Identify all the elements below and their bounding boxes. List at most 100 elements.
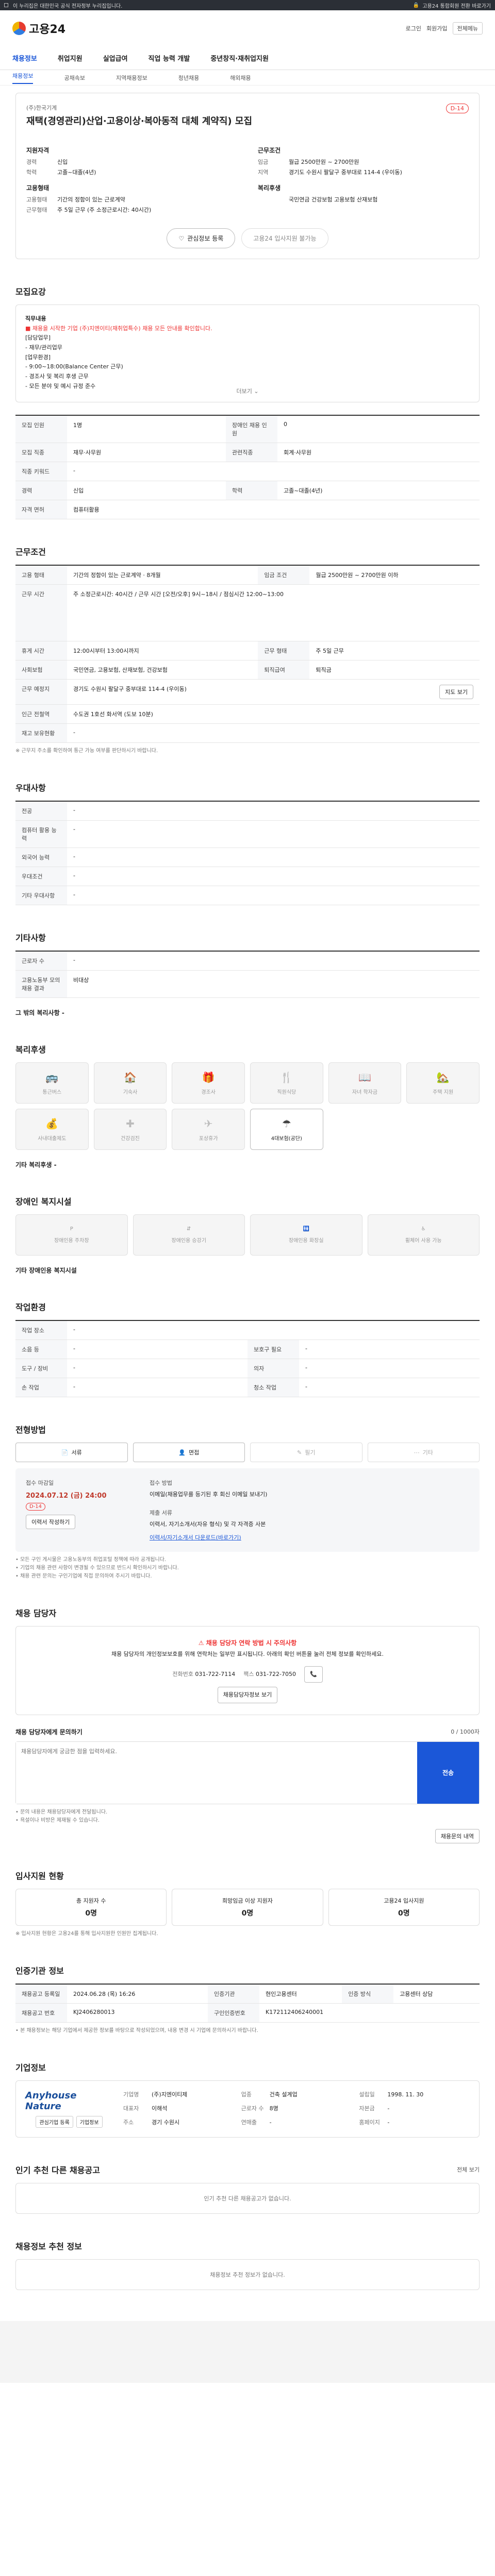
stat-card: 희망임금 이상 지원자 0명 (172, 1888, 323, 1926)
company-box: Anyhouse Nature 관심기업 등록 기업정보 기업명 (주)지엔이티제… (15, 2080, 480, 2138)
section-title: 채용정보 추천 정보 (15, 2241, 82, 2251)
money-icon: 💰 (45, 1117, 59, 1130)
toilet-icon: 🚻 (303, 1226, 309, 1232)
summary-section-label: 복리후생 (258, 184, 281, 192)
parking-icon: P (70, 1226, 73, 1232)
job-summary-card: (주)한국기계 재택(경영관리)산업·고용이상·복아동적 대체 계약직) 모집 … (15, 93, 480, 259)
method-item: ✎ 필기 (250, 1443, 362, 1462)
welfare-item: ✚ 건강검진 (93, 1109, 167, 1150)
apply-button[interactable]: 고용24 입사지원 불가능 (241, 228, 328, 248)
more-icon: ⋯ (414, 1449, 420, 1456)
gnb-item-midlife[interactable]: 중년창직·재취업지원 (210, 53, 269, 63)
inquiry-history-button[interactable]: 채용문의 내역 (435, 1828, 480, 1843)
house-icon: 🏡 (436, 1071, 450, 1083)
all-menu-button[interactable]: 전체메뉴 (452, 22, 483, 35)
company-fav-button[interactable]: 관심기업 등록 (36, 2115, 73, 2128)
site-logo[interactable]: 고용24 (12, 20, 65, 37)
book-icon: 📖 (358, 1071, 371, 1083)
company-logo: Anyhouse Nature (25, 2090, 77, 2112)
sub-nav: 채용정보 공채속보 지역채용정보 청년채용 해외채용 (0, 70, 495, 86)
section-title: 입사지원 현황 (15, 1871, 64, 1881)
gov-flag-icon (4, 3, 8, 7)
welfare-extra: 기타 복리후생 - (15, 1161, 57, 1168)
company-info-button[interactable]: 기업정보 (76, 2115, 103, 2128)
info-note: • 본 채용정보는 해당 기업에서 제공한 정보를 바탕으로 작성되었으며, 내… (15, 2027, 258, 2033)
similar-empty: 인기 추천 다른 채용공고가 없습니다. (15, 2182, 480, 2214)
welfare-item: 🏠 기숙사 (93, 1062, 167, 1104)
section-title: 모집요강 (15, 287, 46, 297)
pen-icon: ✎ (297, 1449, 302, 1456)
method-item: ⋯ 기타 (367, 1443, 480, 1462)
logo-mark-icon (12, 22, 26, 35)
gnb-item-training[interactable]: 직업 능력 개발 (148, 53, 190, 63)
more-toggle[interactable]: 더보기 ⌄ (236, 387, 258, 397)
call-button[interactable]: 📞 (304, 1666, 323, 1683)
meal-icon: 🍴 (280, 1071, 293, 1083)
method-item: 👤 면접 (133, 1443, 245, 1462)
favorite-button[interactable]: ♡ 관심정보 등록 (167, 228, 236, 248)
reveal-contact-button[interactable]: 채용담당자정보 보기 (217, 1687, 278, 1703)
stat-card: 고용24 입사지원 0명 (328, 1888, 480, 1926)
summary-section-label: 근무조건 (258, 147, 281, 154)
section-title: 전형방법 (15, 1425, 46, 1435)
env-table: 작업 장소 - 소음 등 - 보호구 필요 - 도구 / 장비 - 의자 - 손 작업 - 청소 … (15, 1320, 480, 1397)
inquiry-count: 0 / 1000자 (451, 1728, 480, 1736)
welfare-item: ✈ 포상휴가 (172, 1109, 245, 1150)
company-section: 기업정보 Anyhouse Nature 관심기업 등록 기업정보 기업명 (주)… (15, 2061, 480, 2138)
heart-icon: ♡ (178, 234, 185, 242)
health-icon: ✚ (126, 1117, 135, 1130)
inquiry-textarea[interactable] (16, 1741, 417, 1804)
topbar-link[interactable]: 고용24 통합회원 전환 바로가기 (422, 2, 491, 9)
login-link[interactable]: 로그인 (406, 24, 421, 32)
gnb-item-job[interactable]: 채용정보 (12, 53, 37, 63)
screening-section: 전형방법 📄 서류 👤 면접 ✎ 필기 ⋯ 기타 접수 마감일 2024.07.12 (… (15, 1423, 480, 1581)
contact-warning-box: ⚠ 채용 담당자 연락 방법 시 주의사항 채용 담당자의 개인정보보호를 위해… (15, 1626, 480, 1715)
subnav-item[interactable]: 청년채용 (178, 74, 199, 82)
welfare-item: 🚌 통근버스 (15, 1062, 89, 1104)
resume-download-link[interactable]: 이력서/자기소개서 다운로드(바로가기) (150, 1533, 469, 1541)
conditions-table: 고용 형태 기간의 정함이 있는 근로계약 · 8개월 임금 조건 월급 2500만원… (15, 565, 480, 743)
conditions-note: ※ 근무지 주소를 확인하여 통근 가능 여부를 판단하시기 바랍니다. (15, 748, 158, 754)
global-nav: 채용정보 취업지원 실업급여 직업 능력 개발 중년창직·재취업지원 (0, 46, 495, 70)
summary-section-label: 고용형태 (26, 184, 50, 192)
gnb-item-support[interactable]: 취업지원 (58, 53, 82, 63)
section-title: 우대사항 (15, 783, 46, 793)
subnav-item[interactable]: 해외채용 (230, 74, 251, 82)
subnav-item[interactable]: 공채속보 (64, 74, 85, 82)
welfare-item: 💰 사내대출제도 (15, 1109, 89, 1150)
lock-icon: 🔒 (412, 2, 420, 8)
travel-icon: ✈ (204, 1117, 213, 1130)
site-footer (0, 2320, 495, 2383)
bus-icon: 🚌 (45, 1071, 59, 1083)
company-name[interactable]: (주)한국기계 (26, 104, 252, 112)
welfare-item: 📖 자녀 학자금 (328, 1062, 402, 1104)
method-item: 📄 서류 (15, 1443, 128, 1462)
recommend-empty: 채용정보 추천 정보가 없습니다. (15, 2259, 480, 2290)
barrier-item: 🚻 장애인용 화장실 (250, 1214, 362, 1256)
subnav-item[interactable]: 채용정보 (12, 72, 34, 84)
info-table: 채용공고 등록일 2024.06.28 (목) 16:26 인증기관 현인고용센터 인증… (15, 1983, 480, 2023)
section-title: 기업정보 (15, 2062, 46, 2073)
join-link[interactable]: 회원가입 (426, 24, 447, 32)
home-icon: 🏠 (124, 1071, 137, 1083)
etc-extra: 그 밖의 복리사항 - (15, 1009, 64, 1016)
inquiry-send-button[interactable]: 전송 (417, 1741, 479, 1804)
gov-notice: 이 누리집은 대한민국 공식 전자정부 누리집입니다. (13, 3, 123, 9)
document-icon: 📄 (61, 1449, 69, 1456)
map-button[interactable]: 지도 보기 (439, 685, 473, 699)
similar-more-link[interactable]: 전체 보기 (457, 2165, 480, 2174)
subnav-item[interactable]: 지역채용정보 (116, 74, 147, 82)
contact-section: 채용 담당자 ⚠ 채용 담당자 연락 방법 시 주의사항 채용 담당자의 개인정… (15, 1606, 480, 1843)
etc-table: 근로자 수- 고용노동부 모의 채용 결과 비대상 (15, 951, 480, 998)
welfare-item: 🏡 주택 지원 (406, 1062, 480, 1104)
stat-card: 총 지원자 수 0명 (15, 1888, 167, 1926)
screening-notes: • 모든 구인 게시물은 고용노동부의 취업포털 정책에 따라 공개됩니다. •… (15, 1557, 179, 1579)
section-title: 인기 추천 다른 채용공고 (15, 2165, 100, 2175)
inquiry-title: 채용 담당자에게 문의하기 (15, 1728, 82, 1736)
gnb-item-benefit[interactable]: 실업급여 (103, 53, 128, 63)
stats-section: 입사지원 현황 총 지원자 수 0명 희망임금 이상 지원자 0명 고용24 입사지… (15, 1869, 480, 1938)
stats-note: ※ 입사지원 현황은 고용24를 통해 입사지원한 인원만 집계됩니다. (15, 1930, 158, 1937)
resume-write-button[interactable]: 이력서 작성하기 (26, 1515, 76, 1529)
deadline-date: 2024.07.12 (금) 24:00 (26, 1492, 107, 1500)
section-title: 근무조건 (15, 547, 46, 557)
